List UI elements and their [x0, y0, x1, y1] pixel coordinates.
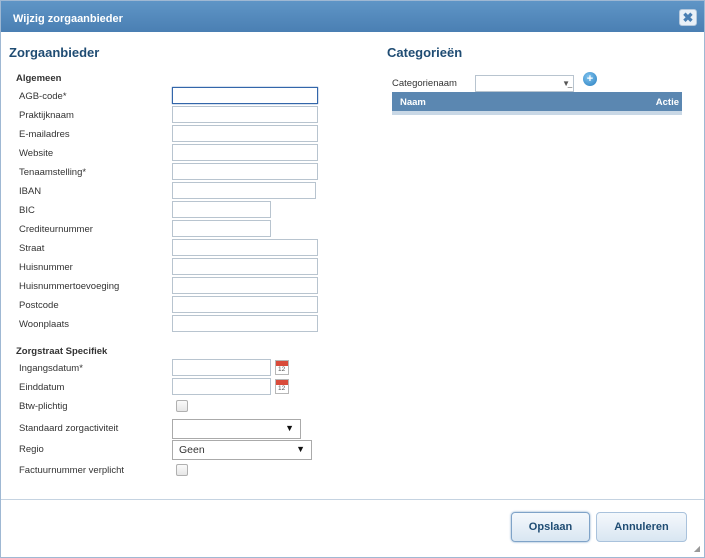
- calendar-icon[interactable]: 12: [275, 379, 289, 394]
- city-input[interactable]: [172, 315, 318, 332]
- email-input[interactable]: [172, 125, 318, 142]
- resize-grip-icon[interactable]: ◢: [694, 544, 700, 553]
- categories-grid-header: Naam Actie: [392, 92, 682, 111]
- category-name-label: Categorienaam: [392, 78, 457, 89]
- grid-bottom-border: [392, 111, 682, 115]
- end-date-input[interactable]: [172, 378, 271, 395]
- street-input[interactable]: [172, 239, 318, 256]
- invoice-required-label: Factuurnummer verplicht: [19, 465, 125, 476]
- specific-group-title: Zorgstraat Specifiek: [16, 346, 108, 357]
- chevron-down-icon: ▼: [296, 444, 305, 454]
- field-label-agb: AGB-code*: [19, 91, 67, 102]
- agb-code-input[interactable]: [172, 87, 318, 104]
- start-date-label: Ingangsdatum*: [19, 363, 83, 374]
- practice-name-input[interactable]: [172, 106, 318, 123]
- field-label-email: E-mailadres: [19, 129, 70, 140]
- activity-label: Standaard zorgactiviteit: [19, 423, 119, 434]
- house-number-suffix-input[interactable]: [172, 277, 318, 294]
- creditor-number-input[interactable]: [172, 220, 271, 237]
- website-input[interactable]: [172, 144, 318, 161]
- grid-column-name[interactable]: Naam: [400, 97, 426, 108]
- grid-column-action[interactable]: Actie: [656, 97, 679, 108]
- field-label-bic: BIC: [19, 205, 35, 216]
- save-button[interactable]: Opslaan: [511, 512, 590, 542]
- field-label-account-holder: Tenaamstelling*: [19, 167, 87, 178]
- field-label-iban: IBAN: [19, 186, 42, 197]
- field-label-practice: Praktijknaam: [19, 110, 74, 121]
- calendar-day-number: 12: [278, 385, 286, 392]
- category-name-input[interactable]: ▼̲: [475, 75, 574, 92]
- provider-heading: Zorgaanbieder: [9, 45, 100, 60]
- categories-heading: Categorieën: [387, 45, 463, 60]
- invoice-required-checkbox[interactable]: [176, 464, 188, 476]
- calendar-day-number: 12: [278, 366, 286, 373]
- end-date-label: Einddatum: [19, 382, 65, 393]
- account-holder-input[interactable]: [172, 163, 318, 180]
- region-select-value: Geen: [179, 444, 205, 456]
- start-date-input[interactable]: [172, 359, 271, 376]
- general-group-title: Algemeen: [16, 73, 62, 84]
- field-label-city: Woonplaats: [19, 319, 69, 330]
- filter-icon[interactable]: ▼̲: [562, 79, 570, 88]
- region-select[interactable]: Geen ▼: [172, 440, 312, 460]
- chevron-down-icon: ▼: [285, 423, 294, 433]
- field-label-creditor: Crediteurnummer: [19, 224, 93, 235]
- bic-input[interactable]: [172, 201, 271, 218]
- field-label-postcode: Postcode: [19, 300, 59, 311]
- field-label-website: Website: [19, 148, 54, 159]
- vat-label: Btw-plichtig: [19, 401, 68, 412]
- field-label-house-number: Huisnummer: [19, 262, 73, 273]
- postcode-input[interactable]: [172, 296, 318, 313]
- footer-divider: [1, 499, 704, 500]
- calendar-icon[interactable]: 12: [275, 360, 289, 375]
- field-label-street: Straat: [19, 243, 45, 254]
- activity-select[interactable]: ▼: [172, 419, 301, 439]
- edit-provider-dialog: Wijzig zorgaanbieder ✖ Zorgaanbieder Alg…: [0, 0, 705, 558]
- vat-checkbox[interactable]: [176, 400, 188, 412]
- iban-input[interactable]: [172, 182, 316, 199]
- house-number-input[interactable]: [172, 258, 318, 275]
- dialog-title: Wijzig zorgaanbieder: [13, 13, 123, 25]
- cancel-button[interactable]: Annuleren: [596, 512, 687, 542]
- region-label: Regio: [19, 444, 44, 455]
- add-category-icon[interactable]: +: [583, 72, 597, 86]
- dialog-titlebar[interactable]: Wijzig zorgaanbieder ✖: [1, 1, 704, 32]
- field-label-house-number-suffix: Huisnummertoevoeging: [19, 281, 120, 292]
- close-icon[interactable]: ✖: [679, 9, 697, 26]
